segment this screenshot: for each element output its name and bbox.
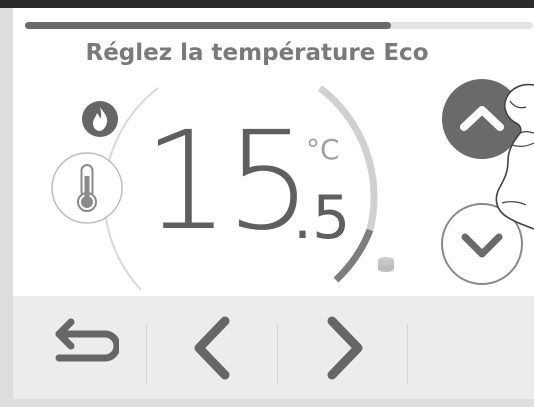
nav-divider xyxy=(407,324,408,384)
temperature-unit: °C xyxy=(306,133,340,166)
back-arrow-icon xyxy=(55,318,119,361)
temperature-decimal: .5 xyxy=(293,183,351,253)
chevron-left-icon xyxy=(194,316,230,379)
coin-stack-icon xyxy=(378,257,394,272)
chevron-right-icon xyxy=(327,316,363,379)
thermostat-screen: Réglez la température Eco 15 .5 °C xyxy=(13,8,534,399)
back-button[interactable] xyxy=(13,296,145,399)
hand-illustration xyxy=(495,83,534,230)
temperature-integer: 15 xyxy=(143,103,312,261)
flame-icon xyxy=(82,101,118,137)
next-button[interactable] xyxy=(278,296,410,399)
top-bezel xyxy=(0,0,534,8)
previous-button[interactable] xyxy=(147,296,279,399)
thermometer-icon xyxy=(51,152,123,224)
bottom-navigation xyxy=(13,296,534,399)
